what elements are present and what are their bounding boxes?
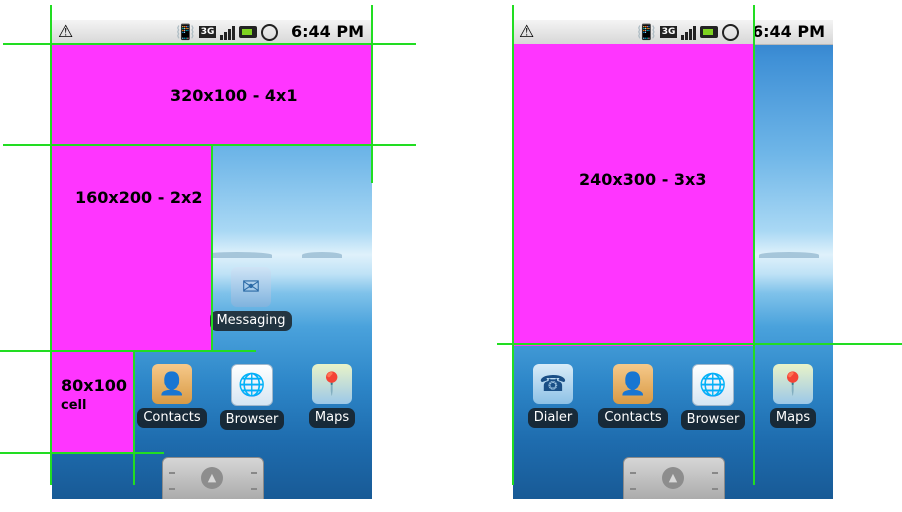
app-drawer-handle[interactable]: ▲ <box>162 457 264 499</box>
widget-label: 320x100 - 4x1 <box>170 86 298 105</box>
contacts-icon: 👤 <box>152 364 192 404</box>
grip-icon <box>251 472 257 490</box>
drawer-up-arrow-icon: ▲ <box>662 467 684 489</box>
dialer-icon: ☎ <box>533 364 573 404</box>
horizon-island <box>759 252 819 258</box>
grid-line <box>371 5 373 183</box>
widget-label: 240x300 - 3x3 <box>579 170 707 189</box>
battery-icon <box>700 26 719 38</box>
grid-line <box>133 350 135 485</box>
3g-icon: 3G <box>659 26 678 38</box>
app-browser[interactable]: 🌐 Browser <box>208 364 296 430</box>
widget-cell[interactable]: 80x100 cell <box>52 350 134 452</box>
alarm-clock-icon <box>722 23 740 41</box>
app-label: Maps <box>769 408 817 428</box>
alarm-clock-icon <box>261 23 279 41</box>
status-time: 6:44 PM <box>290 22 364 41</box>
status-icons: 📳 3G <box>176 22 279 42</box>
grip-icon <box>630 472 636 490</box>
grid-line <box>0 452 164 454</box>
phone-screen-right: ⚠ 📳 3G 6:44 PM 240x300 - 3x3 ☎ Dialer 👤 … <box>513 20 833 499</box>
app-contacts[interactable]: 👤 Contacts <box>128 364 216 428</box>
3g-icon: 3G <box>198 26 217 38</box>
warning-triangle-icon: ⚠ <box>519 22 535 42</box>
status-time: 6:44 PM <box>751 22 825 41</box>
messaging-icon: ✉ <box>231 267 271 307</box>
grid-line <box>3 144 416 146</box>
grid-line <box>3 43 416 45</box>
status-bar: ⚠ 📳 3G 6:44 PM <box>513 20 833 45</box>
app-label: Messaging <box>210 311 292 331</box>
drawer-up-arrow-icon: ▲ <box>201 467 223 489</box>
grid-line <box>211 145 213 352</box>
app-dialer[interactable]: ☎ Dialer <box>513 364 597 428</box>
app-label: Browser <box>680 410 746 430</box>
widget-2x2[interactable]: 160x200 - 2x2 <box>52 144 212 350</box>
widget-sublabel: cell <box>61 398 87 413</box>
signal-icon <box>220 24 236 40</box>
app-maps[interactable]: 📍 Maps <box>288 364 372 428</box>
app-label: Contacts <box>137 408 207 428</box>
widget-3x3[interactable]: 240x300 - 3x3 <box>513 44 753 346</box>
browser-icon: 🌐 <box>692 364 734 406</box>
signal-icon <box>681 24 697 40</box>
status-icons: 📳 3G <box>637 22 740 42</box>
app-browser[interactable]: 🌐 Browser <box>669 364 757 430</box>
maps-icon: 📍 <box>312 364 352 404</box>
widget-label: 160x200 - 2x2 <box>75 188 203 207</box>
warning-triangle-icon: ⚠ <box>58 22 74 42</box>
vibrate-icon: 📳 <box>176 23 195 41</box>
grip-icon <box>712 472 718 490</box>
browser-icon: 🌐 <box>231 364 273 406</box>
grid-line <box>512 5 514 485</box>
maps-icon: 📍 <box>773 364 813 404</box>
grid-line <box>753 5 755 485</box>
app-label: Contacts <box>598 408 668 428</box>
contacts-icon: 👤 <box>613 364 653 404</box>
app-contacts[interactable]: 👤 Contacts <box>589 364 677 428</box>
widget-label: 80x100 <box>61 376 127 395</box>
app-label: Maps <box>308 408 356 428</box>
grid-line <box>50 5 52 485</box>
widget-4x1[interactable]: 320x100 - 4x1 <box>52 44 372 144</box>
app-label: Browser <box>219 410 285 430</box>
horizon-island <box>302 252 342 258</box>
app-label: Dialer <box>527 408 579 428</box>
app-maps[interactable]: 📍 Maps <box>749 364 833 428</box>
grip-icon <box>169 472 175 490</box>
battery-icon <box>239 26 258 38</box>
app-messaging[interactable]: ✉ Messaging <box>207 267 295 331</box>
vibrate-icon: 📳 <box>637 23 656 41</box>
grid-line <box>0 350 256 352</box>
status-bar: ⚠ 📳 3G 6:44 PM <box>52 20 372 45</box>
grid-line <box>497 343 902 345</box>
app-drawer-handle[interactable]: ▲ <box>623 457 725 499</box>
